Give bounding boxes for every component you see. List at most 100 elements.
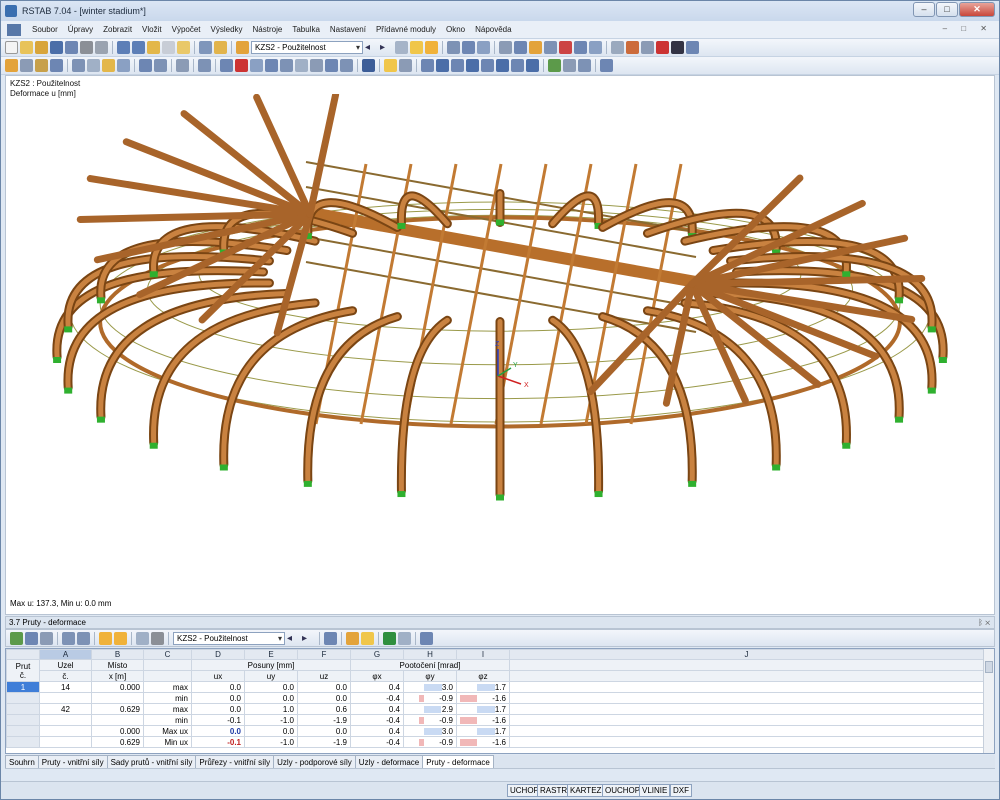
cell-prut[interactable]	[6, 736, 40, 748]
tool-21-icon[interactable]	[340, 59, 353, 72]
export-icon[interactable]	[10, 631, 23, 645]
col-j[interactable]: J	[509, 649, 984, 660]
menu-tabulka[interactable]: Tabulka	[287, 25, 325, 34]
panel-load-case-select[interactable]: KZS2 - Použitelnost	[173, 631, 285, 645]
cell-x[interactable]: 0.000	[91, 681, 144, 693]
open-icon[interactable]	[20, 41, 33, 54]
menu-zobrazit[interactable]: Zobrazit	[98, 25, 137, 34]
menu-vlozit[interactable]: Vložit	[137, 25, 167, 34]
cell-ux[interactable]: -0.1	[191, 736, 245, 748]
results-table-icon[interactable]	[346, 631, 359, 645]
cell-ux[interactable]: 0.0	[191, 725, 245, 737]
tab-uzly-podpory[interactable]: Uzly - podporové síly	[273, 755, 356, 768]
results-values-icon[interactable]	[425, 41, 438, 54]
cell-phiy[interactable]: 2.9	[403, 703, 457, 715]
col-g[interactable]: G	[350, 649, 404, 660]
view-2-icon[interactable]	[514, 41, 527, 54]
filter-icon[interactable]	[462, 41, 475, 54]
cell-phix[interactable]: 0.4	[350, 725, 404, 737]
cell-prut[interactable]	[6, 703, 40, 715]
structure-model[interactable]: Z X Y	[6, 94, 994, 614]
status-dxf[interactable]: DXF	[670, 784, 692, 797]
tool-3-icon[interactable]	[35, 59, 48, 72]
minimize-button[interactable]: –	[913, 2, 935, 17]
tool-2-icon[interactable]	[20, 59, 33, 72]
tab-souhrn[interactable]: Souhrn	[5, 755, 39, 768]
prev-table-icon[interactable]	[62, 631, 75, 645]
cell-prut[interactable]: 1	[6, 681, 40, 693]
results-colors-icon[interactable]	[361, 631, 374, 645]
cell-uz[interactable]: 0.0	[297, 692, 351, 704]
doc-icon[interactable]	[398, 631, 411, 645]
import-icon[interactable]	[25, 631, 38, 645]
tool-18-icon[interactable]	[295, 59, 308, 72]
cell-uz[interactable]: 0.0	[297, 681, 351, 693]
col-d[interactable]: D	[191, 649, 245, 660]
tool-20-icon[interactable]	[325, 59, 338, 72]
col-a[interactable]: A	[39, 649, 92, 660]
table-row[interactable]: min 0.0 0.0 0.0 -0.4 -0.9 -1.6	[6, 692, 984, 704]
table-settings-icon[interactable]	[40, 631, 53, 645]
cell-phiy[interactable]: 3.0	[403, 681, 457, 693]
cell-phix[interactable]: -0.4	[350, 736, 404, 748]
tool-12-icon[interactable]	[198, 59, 211, 72]
menu-vypocet[interactable]: Výpočet	[167, 25, 206, 34]
panel-prev-icon[interactable]: ◂	[287, 632, 300, 645]
table-row[interactable]: 42 0.629 max 0.0 1.0 0.6 0.4 2.9 1.7	[6, 703, 984, 715]
pick-icon[interactable]	[324, 631, 337, 645]
pin-close-icon[interactable]: ᛒ ✕	[978, 617, 990, 628]
settings-icon[interactable]	[671, 41, 684, 54]
cell-type[interactable]: max	[143, 703, 192, 715]
cell-phiz[interactable]: 1.7	[456, 725, 510, 737]
tool-10-icon[interactable]	[154, 59, 167, 72]
view-4-icon[interactable]	[544, 41, 557, 54]
tool-35-icon[interactable]	[578, 59, 591, 72]
maximize-button[interactable]: □	[936, 2, 958, 17]
tab-uzly-deformace[interactable]: Uzly - deformace	[354, 755, 424, 768]
cell-uzel[interactable]	[39, 692, 92, 704]
tool-17-icon[interactable]	[280, 59, 293, 72]
table-row[interactable]: 0.000 Max ux 0.0 0.0 0.0 0.4 3.0 1.7	[6, 725, 984, 737]
cell-uz[interactable]: -1.9	[297, 736, 351, 748]
folder-icon[interactable]	[177, 41, 190, 54]
tool-29-icon[interactable]	[481, 59, 494, 72]
status-vlinie[interactable]: VLINIE	[639, 784, 671, 797]
tool-9-icon[interactable]	[139, 59, 152, 72]
table-row[interactable]: min -0.1 -1.0 -1.9 -0.4 -0.9 -1.6	[6, 714, 984, 726]
cell-uy[interactable]: 0.0	[244, 692, 298, 704]
show-results-icon[interactable]	[410, 41, 423, 54]
tool-1-icon[interactable]	[5, 59, 18, 72]
cell-phiz[interactable]: -1.6	[456, 692, 510, 704]
tool-14-icon[interactable]	[235, 59, 248, 72]
cell-x[interactable]: 0.000	[91, 725, 144, 737]
cell-x[interactable]: 0.629	[91, 736, 144, 748]
save-icon[interactable]	[50, 41, 63, 54]
tool-26-icon[interactable]	[436, 59, 449, 72]
excel-icon[interactable]	[383, 631, 396, 645]
print-preview-icon[interactable]	[95, 41, 108, 54]
tool-24-icon[interactable]	[399, 59, 412, 72]
cell-x[interactable]: 0.629	[91, 703, 144, 715]
col-h[interactable]: H	[403, 649, 457, 660]
cell-uzel[interactable]: 42	[39, 703, 92, 715]
new-icon[interactable]	[5, 41, 18, 54]
triangle-icon[interactable]	[641, 41, 654, 54]
table-row[interactable]: 1 14 0.000 max 0.0 0.0 0.0 0.4 3.0 1.7	[6, 681, 984, 693]
tool-22-icon[interactable]	[362, 59, 375, 72]
cell-phiy[interactable]: -0.9	[403, 714, 457, 726]
tool-11-icon[interactable]	[176, 59, 189, 72]
cell-phiz[interactable]: -1.6	[456, 736, 510, 748]
status-rastr[interactable]: RASTR	[537, 784, 571, 797]
menu-soubor[interactable]: Soubor	[27, 25, 63, 34]
cell-uy[interactable]: -1.0	[244, 736, 298, 748]
cell-phix[interactable]: -0.4	[350, 714, 404, 726]
tool-16-icon[interactable]	[265, 59, 278, 72]
print-table-icon[interactable]	[151, 631, 164, 645]
table-scrollbar[interactable]	[983, 649, 994, 753]
cell-x[interactable]	[91, 714, 144, 726]
next-table-icon[interactable]	[77, 631, 90, 645]
copy-icon[interactable]	[162, 41, 175, 54]
open-project-icon[interactable]	[35, 41, 48, 54]
cell-uz[interactable]: 0.6	[297, 703, 351, 715]
menu-moduly[interactable]: Přídavné moduly	[371, 25, 441, 34]
